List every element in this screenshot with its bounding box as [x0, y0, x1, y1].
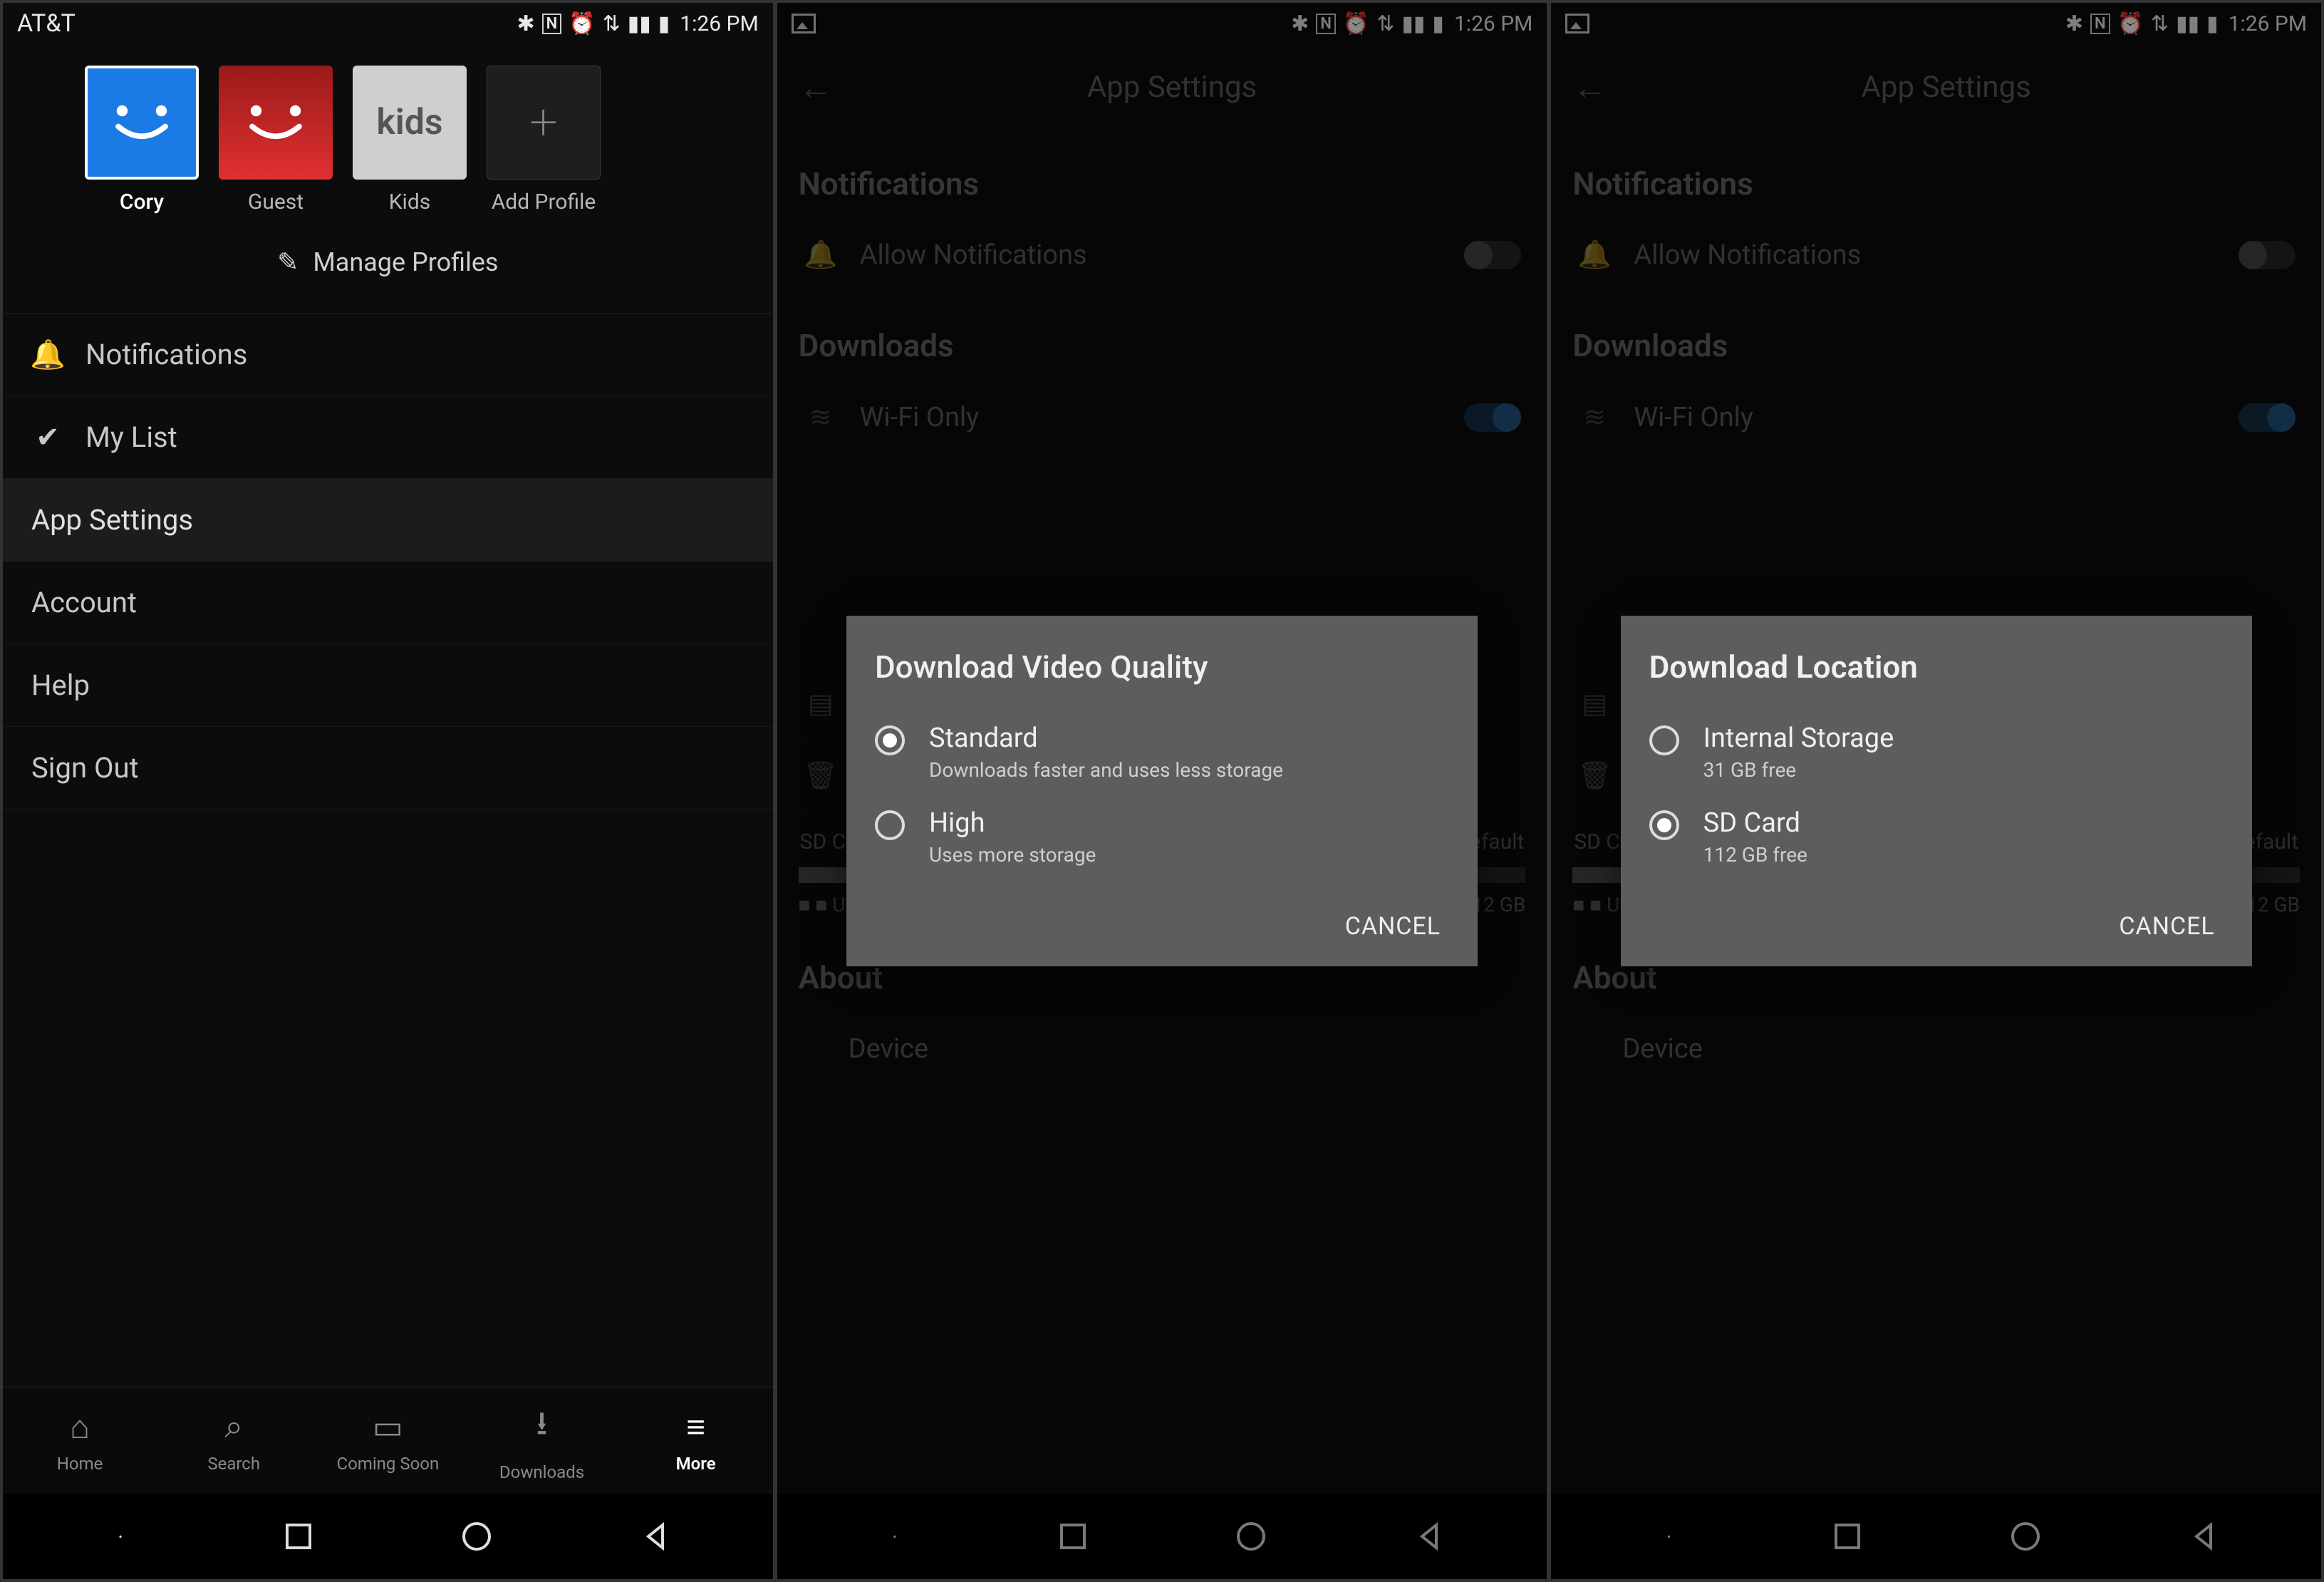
dialog-overlay[interactable]: Download Video Quality Standard Download… [777, 3, 1547, 1579]
clock: 1:26 PM [680, 11, 758, 36]
recents-button[interactable] [279, 1516, 318, 1556]
dialog-title: Download Location [1649, 648, 2224, 686]
dialog-download-quality: Download Video Quality Standard Download… [846, 616, 1478, 966]
signal-icon: ▮▮ [628, 11, 651, 36]
nav-label: More [676, 1454, 716, 1474]
phone-location-dialog: ✱ N ⏰ ⇅ ▮▮ ▮ 1:26 PM ← App Settings Noti… [1551, 3, 2321, 1579]
profile-cory[interactable]: Cory [81, 66, 202, 214]
option-label: SD Card [1703, 807, 1807, 839]
dialog-overlay[interactable]: Download Location Internal Storage 31 GB… [1551, 3, 2321, 1579]
search-icon: ⌕ [224, 1407, 243, 1447]
avatar-red[interactable] [219, 66, 333, 180]
option-sub: 112 GB free [1703, 843, 1807, 867]
status-icons: ✱ N ⏰ ⇅ ▮▮ ▮ 1:26 PM [517, 11, 759, 36]
option-sub: Uses more storage [929, 843, 1096, 867]
play-icon: ▭ [373, 1407, 403, 1447]
manage-profiles-button[interactable]: ✎ Manage Profiles [3, 222, 773, 313]
dot-icon: • [100, 1516, 140, 1556]
nav-coming-soon[interactable]: ▭ Coming Soon [311, 1387, 465, 1494]
option-label: Standard [929, 723, 1283, 754]
profile-label: Kids [389, 190, 431, 214]
bell-icon: 🔔 [31, 338, 64, 371]
nav-label: Home [57, 1454, 103, 1474]
dialog-title: Download Video Quality [875, 648, 1449, 686]
battery-icon: ▮ [658, 11, 670, 36]
nav-label: Search [207, 1454, 260, 1474]
profile-label: Cory [120, 190, 164, 214]
menu-app-settings[interactable]: App Settings [3, 479, 773, 562]
profile-add[interactable]: + Add Profile [483, 66, 604, 214]
cancel-button[interactable]: CANCEL [1337, 901, 1449, 952]
profile-kids[interactable]: kids Kids [349, 66, 470, 214]
home-button[interactable] [457, 1516, 497, 1556]
carrier-label: AT&T [17, 9, 76, 38]
home-icon: ⌂ [70, 1407, 90, 1447]
avatar-blue[interactable] [85, 66, 199, 180]
cancel-button[interactable]: CANCEL [2110, 901, 2223, 952]
profile-guest[interactable]: Guest [215, 66, 336, 214]
plus-icon[interactable]: + [487, 66, 601, 180]
pencil-icon: ✎ [277, 247, 299, 277]
menu-label: App Settings [31, 503, 193, 537]
manage-profiles-label: Manage Profiles [313, 247, 498, 277]
option-sub: 31 GB free [1703, 758, 1894, 782]
menu-list: 🔔 Notifications ✔ My List App Settings A… [3, 313, 773, 810]
radio-icon[interactable] [1649, 810, 1679, 840]
menu-label: My List [85, 420, 177, 454]
wifi-icon: ⇅ [603, 11, 621, 36]
menu-label: Sign Out [31, 751, 139, 785]
menu-label: Help [31, 668, 90, 702]
dialog-download-location: Download Location Internal Storage 31 GB… [1621, 616, 2252, 966]
radio-icon[interactable] [875, 725, 905, 755]
radio-icon[interactable] [1649, 725, 1679, 755]
bluetooth-icon: ✱ [517, 11, 535, 36]
phone-quality-dialog: ✱ N ⏰ ⇅ ▮▮ ▮ 1:26 PM ← App Settings Noti… [777, 3, 1547, 1579]
nav-label: Downloads [499, 1462, 584, 1482]
menu-my-list[interactable]: ✔ My List [3, 396, 773, 479]
option-label: Internal Storage [1703, 723, 1894, 754]
option-sdcard[interactable]: SD Card 112 GB free [1649, 795, 2224, 879]
profiles-row: Cory Guest kids Kids + Add Profile [3, 44, 773, 222]
nfc-icon: N [542, 14, 562, 34]
menu-label: Notifications [85, 338, 247, 371]
phone-more-screen: AT&T ✱ N ⏰ ⇅ ▮▮ ▮ 1:26 PM Cory Guest kid… [3, 3, 773, 1579]
menu-notifications[interactable]: 🔔 Notifications [3, 314, 773, 396]
option-label: High [929, 807, 1096, 839]
avatar-kids[interactable]: kids [353, 66, 467, 180]
status-bar: AT&T ✱ N ⏰ ⇅ ▮▮ ▮ 1:26 PM [3, 3, 773, 44]
hamburger-icon: ≡ [686, 1407, 705, 1447]
profile-label: Add Profile [492, 190, 596, 214]
option-high[interactable]: High Uses more storage [875, 795, 1449, 879]
menu-label: Account [31, 586, 137, 619]
nav-home[interactable]: ⌂ Home [3, 1387, 157, 1494]
option-standard[interactable]: Standard Downloads faster and uses less … [875, 710, 1449, 795]
menu-help[interactable]: Help [3, 644, 773, 727]
back-button[interactable] [636, 1516, 675, 1556]
menu-account[interactable]: Account [3, 562, 773, 644]
nav-downloads[interactable]: ⭳ Downloads [465, 1387, 618, 1494]
nav-search[interactable]: ⌕ Search [157, 1387, 311, 1494]
menu-sign-out[interactable]: Sign Out [3, 727, 773, 810]
radio-icon[interactable] [875, 810, 905, 840]
nav-more[interactable]: ≡ More [619, 1387, 773, 1494]
option-sub: Downloads faster and uses less storage [929, 758, 1283, 782]
alarm-icon: ⏰ [569, 11, 595, 36]
profile-label: Guest [248, 190, 304, 214]
check-icon: ✔ [31, 420, 64, 454]
bottom-nav: ⌂ Home ⌕ Search ▭ Coming Soon ⭳ Downloads ≡ M… [3, 1387, 773, 1494]
nav-label: Coming Soon [336, 1454, 439, 1474]
android-nav-bar: • [3, 1494, 773, 1579]
option-internal[interactable]: Internal Storage 31 GB free [1649, 710, 2224, 795]
download-icon: ⭳ [536, 1400, 547, 1455]
